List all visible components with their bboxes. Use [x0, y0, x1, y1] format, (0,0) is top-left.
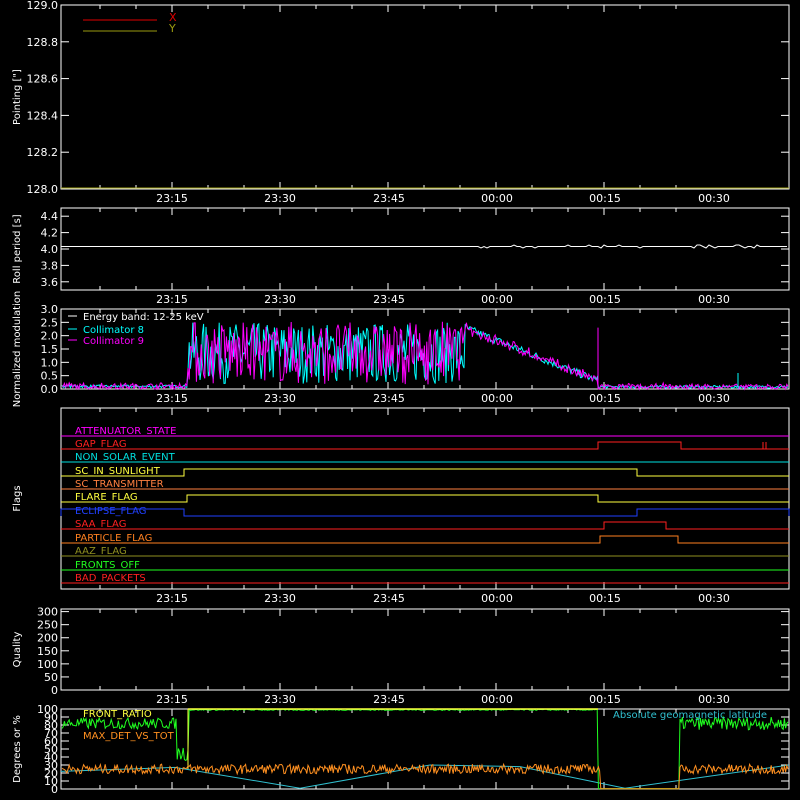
flag-label-attenuator-state: ATTENUATOR_STATE	[75, 426, 176, 437]
legend-label-max-det-vs-tot: MAX_DET_VS_TOT	[83, 731, 175, 742]
x-tick-label: 00:30	[698, 392, 730, 405]
x-tick-label: 00:15	[589, 592, 621, 605]
y-tick-label: 50	[44, 671, 58, 684]
x-tick-label: 00:15	[589, 192, 621, 205]
y-axis-label: Pointing ["]	[12, 69, 23, 125]
y-tick-label: 100	[37, 658, 58, 671]
y-tick-label: 4.2	[41, 227, 59, 240]
x-tick-label: 23:45	[373, 192, 405, 205]
x-tick-label: 23:30	[264, 592, 296, 605]
y-tick-label: 0	[51, 684, 58, 697]
x-tick-label: 23:15	[156, 693, 188, 706]
y-tick-label: 128.6	[27, 73, 59, 86]
x-tick-label: 00:00	[481, 293, 513, 306]
y-tick-label: 3.0	[41, 303, 59, 316]
y-tick-label: 0.5	[41, 370, 59, 383]
x-tick-label: 23:45	[373, 392, 405, 405]
x-tick-label: 23:30	[264, 293, 296, 306]
flag-label-eclipse-flag: ECLIPSE_FLAG	[75, 506, 146, 517]
x-tick-label: 00:30	[698, 592, 730, 605]
x-tick-label: 23:15	[156, 192, 188, 205]
y-tick-label: 100	[37, 703, 58, 716]
flag-label-fronts-off: FRONTS_OFF	[75, 560, 140, 571]
y-tick-label: 2.5	[41, 316, 59, 329]
x-tick-label: 00:15	[589, 693, 621, 706]
flag-label-saa-flag: SAA_FLAG	[75, 519, 126, 530]
x-tick-label: 00:00	[481, 592, 513, 605]
y-tick-label: 1.5	[41, 343, 59, 356]
y-tick-label: 4.4	[41, 210, 59, 223]
x-tick-label: 23:30	[264, 192, 296, 205]
y-axis-label: Quality	[12, 632, 23, 668]
flag-label-non-solar-event: NON_SOLAR_EVENT	[75, 452, 176, 463]
y-axis-label: Flags	[12, 485, 23, 511]
x-tick-label: 00:00	[481, 693, 513, 706]
y-tick-label: 3.6	[41, 276, 59, 289]
x-tick-label: 00:00	[481, 192, 513, 205]
rhessi-summary-figure: 23:15 23:30 23:45 00:00 00:15 00:30 128.0 128.2…	[0, 0, 800, 800]
x-tick-label: 23:45	[373, 293, 405, 306]
flag-label-bad-packets: BAD_PACKETS	[75, 573, 146, 584]
x-tick-label: 23:30	[264, 693, 296, 706]
y-tick-label: 4.0	[41, 243, 59, 256]
x-tick-label: 00:15	[589, 293, 621, 306]
x-tick-label: 00:00	[481, 392, 513, 405]
y-tick-label: 128.2	[27, 146, 59, 159]
y-tick-label: 128.0	[27, 183, 59, 196]
annotation-energy-band: Energy band: 12-25 keV	[83, 312, 204, 323]
x-tick-label: 23:15	[156, 293, 188, 306]
y-tick-label: 3.8	[41, 259, 59, 272]
x-tick-label: 23:15	[156, 592, 188, 605]
y-tick-label: 128.8	[27, 36, 59, 49]
y-tick-label: 128.4	[27, 109, 59, 122]
flag-label-sc-transmitter: SC_TRANSMITTER	[75, 479, 164, 490]
y-axis-label: Roll period [s]	[12, 214, 23, 283]
y-axis-label: Degrees or %	[12, 715, 23, 783]
y-axis-label: Normalized modulation	[12, 291, 23, 408]
x-tick-label: 23:15	[156, 392, 188, 405]
flag-label-particle-flag: PARTICLE_FLAG	[75, 533, 152, 544]
x-tick-label: 00:30	[698, 693, 730, 706]
x-tick-label: 00:15	[589, 392, 621, 405]
flag-label-gap-flag: GAP_FLAG	[75, 439, 127, 450]
legend-label-collimator-9: Collimator 9	[83, 336, 144, 347]
y-tick-label: 2.0	[41, 330, 59, 343]
legend-label-front-ratio: FRONT_RATIO	[83, 709, 152, 720]
x-tick-label: 00:30	[698, 192, 730, 205]
legend-label-collimator-8: Collimator 8	[83, 325, 144, 336]
legend-label-y: Y	[168, 22, 176, 35]
y-tick-label: 129.0	[27, 0, 59, 12]
y-tick-label: 0.0	[41, 383, 59, 396]
y-tick-label: 300	[37, 606, 58, 619]
x-tick-label: 23:45	[373, 693, 405, 706]
x-tick-label: 23:45	[373, 592, 405, 605]
y-tick-label: 200	[37, 632, 58, 645]
x-tick-label: 23:30	[264, 392, 296, 405]
flag-label-flare-flag: FLARE_FLAG	[75, 492, 138, 503]
flag-label-sc-in-sunlight: SC_IN_SUNLIGHT	[75, 466, 161, 477]
flag-label-aaz-flag: AAZ_FLAG	[75, 546, 127, 557]
y-tick-label: 150	[37, 645, 58, 658]
x-tick-label: 00:30	[698, 293, 730, 306]
legend-label-geomagnetic-latitude: Absolute geomagnetic latitude	[613, 710, 767, 721]
y-tick-label: 250	[37, 619, 58, 632]
y-tick-label: 1.0	[41, 356, 59, 369]
